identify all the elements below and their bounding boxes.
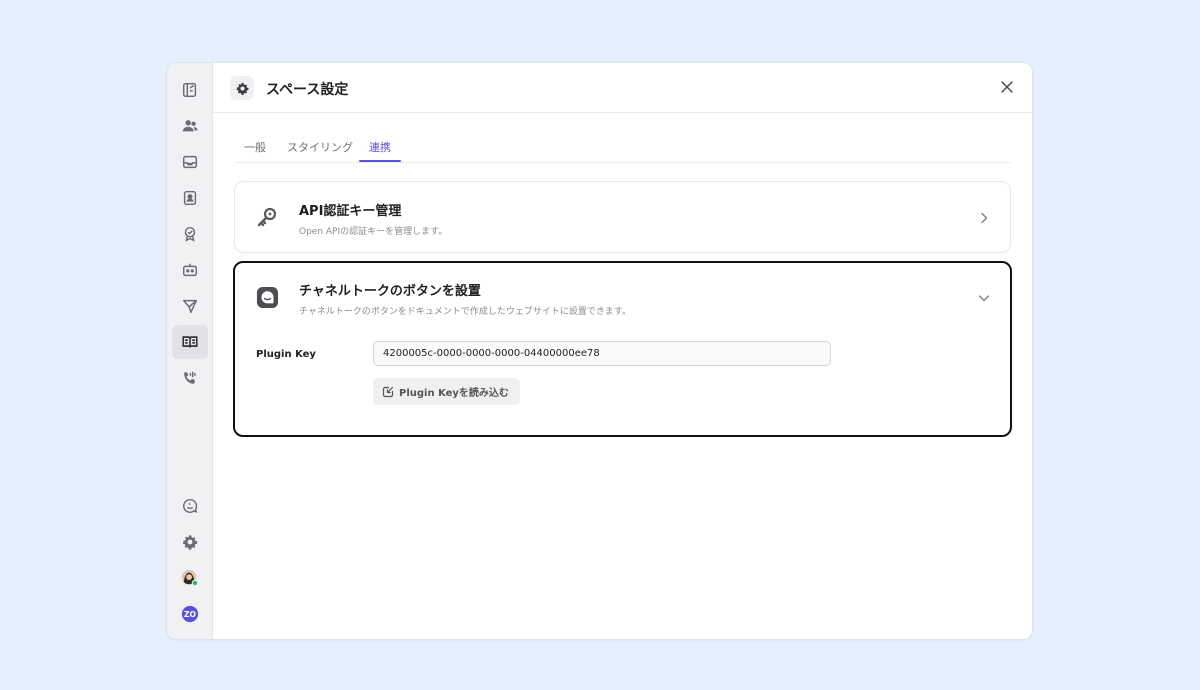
load-plugin-key-label: Plugin Keyを読み込む xyxy=(399,388,509,399)
settings-panel: スペース設定 一般 スタイリング 連携 API認証キー管理 Open APIの認… xyxy=(213,63,1032,639)
pages-icon[interactable] xyxy=(172,73,208,107)
channeltalk-card-description: チャネルトークのボタンをドキュメントで作成したウェブサイトに設置できます。 xyxy=(299,307,632,317)
user-avatar[interactable] xyxy=(172,561,208,595)
panel-header: スペース設定 xyxy=(213,63,1032,113)
plugin-key-label: Plugin Key xyxy=(256,349,316,360)
api-card-title: API認証キー管理 xyxy=(299,204,402,219)
tab-styling[interactable]: スタイリング xyxy=(287,139,353,155)
tab-bar: 一般 スタイリング 連携 xyxy=(234,129,1011,163)
channeltalk-icon xyxy=(253,283,281,311)
channeltalk-card: チャネルトークのボタンを設置 チャネルトークのボタンをドキュメントで作成したウェ… xyxy=(233,261,1012,437)
chat-smile-icon[interactable] xyxy=(172,489,208,523)
left-rail: ZO xyxy=(167,63,213,639)
key-icon xyxy=(253,203,281,231)
svg-text:ZO: ZO xyxy=(184,610,197,619)
contacts-icon[interactable] xyxy=(172,181,208,215)
call-icon[interactable] xyxy=(172,361,208,395)
settings-window: ZO スペース設定 一般 スタイリング 連携 API認証キー管理 Open AP… xyxy=(166,62,1033,640)
api-card-description: Open APIの認証キーを管理します。 xyxy=(299,227,448,237)
channeltalk-card-title: チャネルトークのボタンを設置 xyxy=(299,284,481,299)
bot-icon[interactable] xyxy=(172,253,208,287)
chevron-right-icon[interactable] xyxy=(978,212,990,224)
send-icon[interactable] xyxy=(172,289,208,323)
active-tab-indicator xyxy=(359,160,401,162)
settings-gear-icon xyxy=(230,76,254,100)
members-icon[interactable] xyxy=(172,109,208,143)
docs-icon[interactable] xyxy=(172,325,208,359)
close-icon[interactable] xyxy=(1000,80,1014,94)
api-key-card[interactable]: API認証キー管理 Open APIの認証キーを管理します。 xyxy=(234,181,1011,253)
inbox-icon[interactable] xyxy=(172,145,208,179)
tab-general[interactable]: 一般 xyxy=(244,139,266,155)
gear-icon[interactable] xyxy=(172,525,208,559)
load-plugin-key-button[interactable]: Plugin Keyを読み込む xyxy=(373,378,520,405)
plugin-key-input[interactable] xyxy=(373,341,831,366)
page-title: スペース設定 xyxy=(266,82,349,98)
workspace-avatar[interactable]: ZO xyxy=(172,597,208,631)
chevron-down-icon[interactable] xyxy=(978,292,990,304)
tab-integration[interactable]: 連携 xyxy=(369,139,391,155)
badge-icon[interactable] xyxy=(172,217,208,251)
import-icon xyxy=(382,386,394,397)
